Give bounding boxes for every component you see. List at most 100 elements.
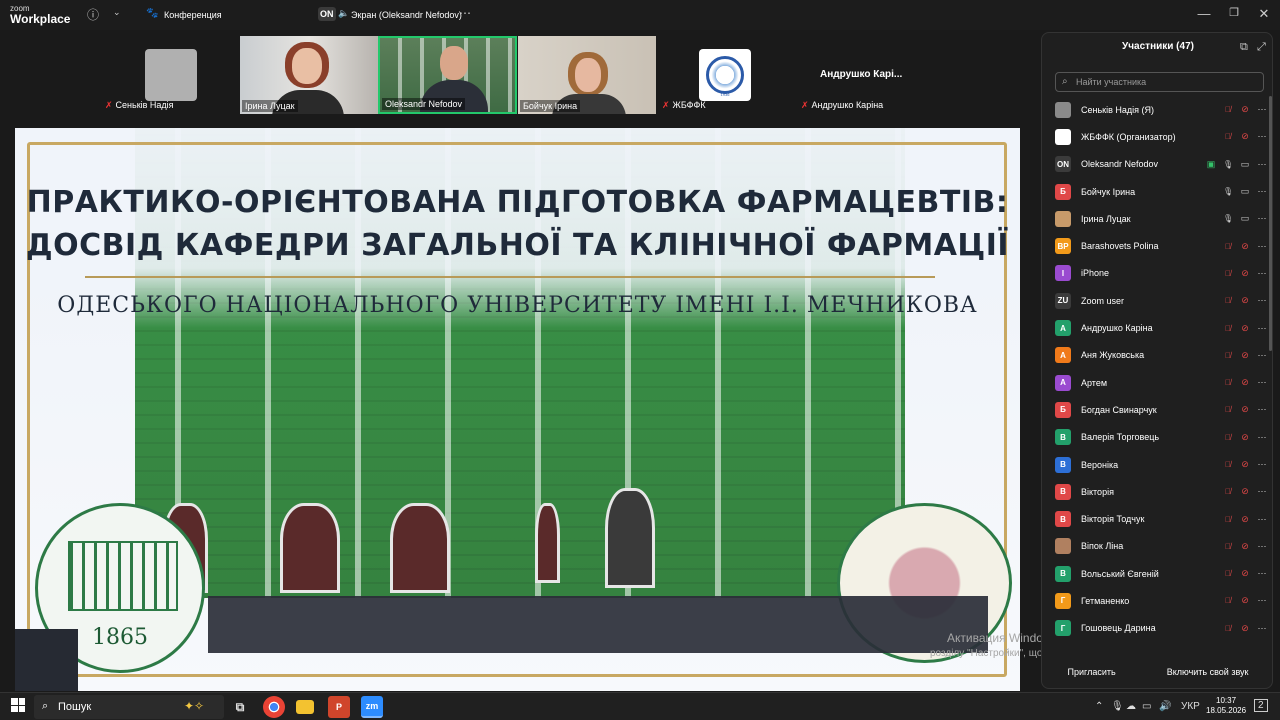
video-off-icon[interactable]: ⊘ xyxy=(1240,486,1250,497)
mic-off-icon[interactable]: 🎙̸ xyxy=(1223,596,1233,605)
more-icon[interactable]: ⋯ xyxy=(1257,459,1267,470)
participant-row[interactable]: В Валерія Торговець 🎙̸ ⊘ ⋯ xyxy=(1042,424,1272,451)
more-icon[interactable]: ⋯ xyxy=(1257,104,1267,115)
notifications-badge[interactable]: 2 xyxy=(1254,699,1268,712)
more-icon[interactable]: ⋯ xyxy=(1257,213,1267,224)
more-icon[interactable]: ⋯ xyxy=(1257,323,1267,334)
network-icon[interactable]: ▭ xyxy=(1142,701,1151,712)
video-off-icon[interactable]: ⊘ xyxy=(1240,131,1250,142)
task-view-icon[interactable]: ⧉ xyxy=(229,696,251,718)
video-off-icon[interactable]: ⊘ xyxy=(1240,404,1250,415)
invite-button[interactable]: Пригласить xyxy=(1060,662,1124,682)
participant-row[interactable]: В Вікторія Тодчук 🎙̸ ⊘ ⋯ xyxy=(1042,505,1272,532)
taskbar-search[interactable]: ⌕ Пошук ✦✧ xyxy=(34,695,224,719)
more-icon[interactable]: ⋯ xyxy=(1257,186,1267,197)
participant-row[interactable]: Б Бойчук Ірина 🎙 ▭ ⋯ xyxy=(1042,178,1272,205)
participant-row[interactable]: ЖБФФК (Организатор) 🎙̸ ⊘ ⋯ xyxy=(1042,123,1272,150)
participant-row[interactable]: Віпок Ліна 🎙̸ ⊘ ⋯ xyxy=(1042,533,1272,560)
more-icon[interactable]: ⋯ xyxy=(1257,377,1267,388)
speaker-icon[interactable]: 🔊 xyxy=(1159,701,1171,712)
mic-off-icon[interactable]: 🎙̸ xyxy=(1223,542,1233,551)
participant-row[interactable]: Г Гетманенко 🎙̸ ⊘ ⋯ xyxy=(1042,587,1272,614)
video-icon[interactable]: ▭ xyxy=(1240,159,1250,170)
mic-icon[interactable]: 🎙 xyxy=(1111,701,1124,712)
video-off-icon[interactable]: ⊘ xyxy=(1240,514,1250,525)
participant-row[interactable]: А Аня Жуковська 🎙̸ ⊘ ⋯ xyxy=(1042,342,1272,369)
speaker-icon[interactable]: 🔈 xyxy=(338,8,349,19)
more-icon[interactable]: ⋯ xyxy=(1257,568,1267,579)
video-off-icon[interactable]: ⊘ xyxy=(1240,350,1250,361)
mic-off-icon[interactable]: 🎙̸ xyxy=(1223,378,1233,387)
mic-off-icon[interactable]: 🎙̸ xyxy=(1223,105,1233,114)
minimize-icon[interactable]: — xyxy=(1194,6,1214,21)
mic-off-icon[interactable]: 🎙̸ xyxy=(1223,132,1233,141)
more-icon[interactable]: ⋯ xyxy=(1257,350,1267,361)
mic-off-icon[interactable]: 🎙̸ xyxy=(1223,242,1233,251)
video-icon[interactable]: ▭ xyxy=(1240,186,1250,197)
video-icon[interactable]: ▭ xyxy=(1240,213,1250,224)
video-off-icon[interactable]: ⊘ xyxy=(1240,323,1250,334)
participant-row[interactable]: А Артем 🎙̸ ⊘ ⋯ xyxy=(1042,369,1272,396)
mic-off-icon[interactable]: 🎙̸ xyxy=(1223,624,1233,633)
share-label[interactable]: Экран (Oleksandr Nefodov) xyxy=(351,10,462,20)
more-icon[interactable]: ⋯ xyxy=(1257,514,1267,525)
participant-row[interactable]: Б Богдан Свинарчук 🎙̸ ⊘ ⋯ xyxy=(1042,396,1272,423)
expand-icon[interactable]: ⤢ xyxy=(1257,41,1266,54)
more-icon[interactable]: ⋯ xyxy=(1257,541,1267,552)
video-off-icon[interactable]: ⊘ xyxy=(1240,432,1250,443)
mic-off-icon[interactable]: 🎙̸ xyxy=(1223,569,1233,578)
video-off-icon[interactable]: ⊘ xyxy=(1240,241,1250,252)
video-tile[interactable]: 1936 ✗ ЖБФФК xyxy=(657,36,795,114)
mic-off-icon[interactable]: 🎙̸ xyxy=(1223,324,1233,333)
video-off-icon[interactable]: ⊘ xyxy=(1240,268,1250,279)
video-off-icon[interactable]: ⊘ xyxy=(1240,377,1250,388)
mic-off-icon[interactable]: 🎙̸ xyxy=(1223,460,1233,469)
video-off-icon[interactable]: ⊘ xyxy=(1240,541,1250,552)
video-tile[interactable]: Ірина Луцак xyxy=(240,36,378,114)
participant-row[interactable]: В Вольський Євгеній 🎙̸ ⊘ ⋯ xyxy=(1042,560,1272,587)
video-off-icon[interactable]: ⊘ xyxy=(1240,595,1250,606)
mic-icon[interactable]: 🎙 xyxy=(1223,214,1233,223)
chevron-down-icon[interactable]: ⌄ xyxy=(113,7,121,18)
cloud-icon[interactable]: ☁ xyxy=(1126,701,1136,712)
participant-row[interactable]: BP Barashovets Polina 🎙̸ ⊘ ⋯ xyxy=(1042,232,1272,259)
participant-row[interactable]: А Андрушко Каріна 🎙̸ ⊘ ⋯ xyxy=(1042,314,1272,341)
scrollbar[interactable] xyxy=(1269,96,1272,351)
mic-off-icon[interactable]: 🎙̸ xyxy=(1223,296,1233,305)
zoom-icon[interactable]: zm xyxy=(361,696,383,718)
video-off-icon[interactable]: ⊘ xyxy=(1240,568,1250,579)
participant-row[interactable]: Сеньків Надія (Я) 🎙̸ ⊘ ⋯ xyxy=(1042,96,1272,123)
mic-icon[interactable]: 🎙 xyxy=(1223,160,1233,169)
clock[interactable]: 10:37 18.05.2026 xyxy=(1206,696,1246,716)
more-icon[interactable]: ⋯ xyxy=(1257,623,1267,634)
mic-icon[interactable]: 🎙 xyxy=(1223,187,1233,196)
info-icon[interactable]: ⓘ xyxy=(87,6,99,23)
video-tile-active-speaker[interactable]: Oleksandr Nefodov xyxy=(378,36,517,114)
video-off-icon[interactable]: ⊘ xyxy=(1240,295,1250,306)
more-icon[interactable]: ⋯ xyxy=(1257,404,1267,415)
powerpoint-icon[interactable]: P xyxy=(328,696,350,718)
close-icon[interactable]: ✕ xyxy=(1254,6,1274,22)
more-icon[interactable]: ⋯ xyxy=(1257,159,1267,170)
files-icon[interactable] xyxy=(296,700,314,714)
mic-off-icon[interactable]: 🎙̸ xyxy=(1223,405,1233,414)
video-off-icon[interactable]: ⊘ xyxy=(1240,623,1250,634)
video-off-icon[interactable]: ⊘ xyxy=(1240,459,1250,470)
chevron-up-icon[interactable]: ⌃ xyxy=(1095,701,1103,712)
mic-off-icon[interactable]: 🎙̸ xyxy=(1223,487,1233,496)
participant-row[interactable]: ON Oleksandr Nefodov ▣ 🎙 ▭ ⋯ xyxy=(1042,151,1272,178)
more-icon[interactable]: ⋯ xyxy=(1257,295,1267,306)
chrome-icon[interactable] xyxy=(263,696,285,718)
video-off-icon[interactable]: ⊘ xyxy=(1240,104,1250,115)
video-tile[interactable]: ✗ Сеньків Надія xyxy=(100,36,238,114)
participant-row[interactable]: В Вероніка 🎙̸ ⊘ ⋯ xyxy=(1042,451,1272,478)
mic-off-icon[interactable]: 🎙̸ xyxy=(1223,351,1233,360)
mic-off-icon[interactable]: 🎙̸ xyxy=(1223,515,1233,524)
meeting-label[interactable]: Конференция xyxy=(164,10,222,20)
search-input[interactable]: ⌕ Найти участника xyxy=(1055,72,1264,92)
unmute-self-button[interactable]: Включить свой звук xyxy=(1159,662,1257,682)
more-icon[interactable]: ⋯ xyxy=(1257,268,1267,279)
mic-off-icon[interactable]: 🎙̸ xyxy=(1223,269,1233,278)
video-tile[interactable]: Андрушко Карі... ✗ Андрушко Каріна xyxy=(796,36,936,114)
participant-row[interactable]: В Вікторія 🎙̸ ⊘ ⋯ xyxy=(1042,478,1272,505)
